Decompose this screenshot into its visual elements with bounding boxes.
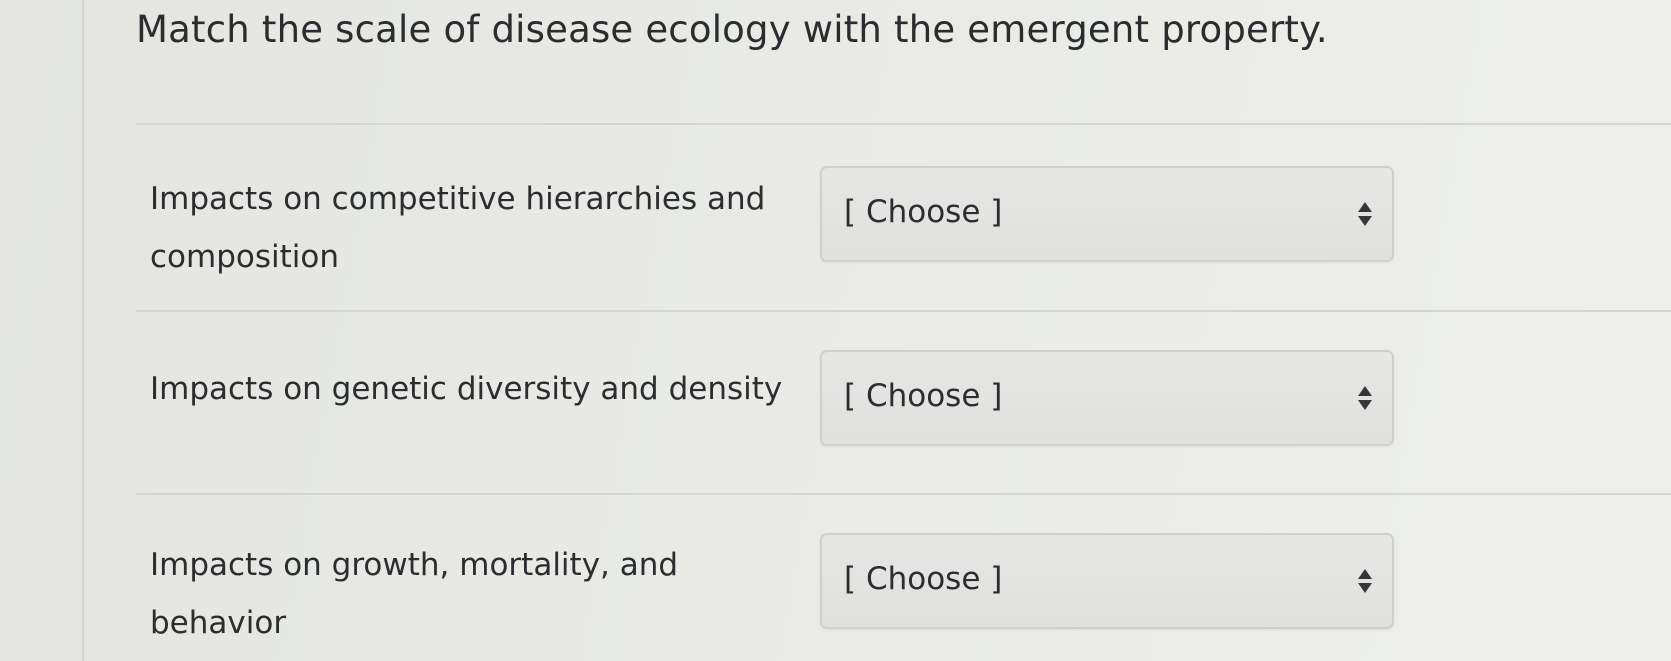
match-prompt-2: Impacts on genetic diversity and density xyxy=(150,360,800,418)
answer-select-1-value: [ Choose ] xyxy=(844,194,1003,230)
answer-select-1[interactable]: [ Choose ] xyxy=(820,166,1394,262)
answer-select-2[interactable]: [ Choose ] xyxy=(820,350,1394,446)
match-prompt-1: Impacts on competitive hierarchies and c… xyxy=(150,170,800,286)
question-title: Match the scale of disease ecology with … xyxy=(136,8,1328,51)
match-prompt-2-line1: Impacts on genetic diversity and density xyxy=(150,371,783,407)
answer-select-3[interactable]: [ Choose ] xyxy=(820,533,1394,629)
divider-top xyxy=(136,123,1671,125)
match-prompt-1-line1: Impacts on competitive hierarchies and xyxy=(150,181,766,217)
match-prompt-3-line2: behavior xyxy=(150,605,287,641)
divider-2 xyxy=(136,493,1671,495)
match-prompt-3-line1: Impacts on growth, mortality, and xyxy=(150,547,679,583)
match-prompt-3: Impacts on growth, mortality, and behavi… xyxy=(150,536,800,652)
match-prompt-1-line2: composition xyxy=(150,239,339,275)
answer-select-2-value: [ Choose ] xyxy=(844,378,1003,414)
left-border-line xyxy=(82,0,84,661)
divider-1 xyxy=(136,310,1671,312)
up-down-chevron-icon xyxy=(1358,569,1374,595)
up-down-chevron-icon xyxy=(1358,202,1374,228)
answer-select-3-value: [ Choose ] xyxy=(844,561,1003,597)
up-down-chevron-icon xyxy=(1358,386,1374,412)
